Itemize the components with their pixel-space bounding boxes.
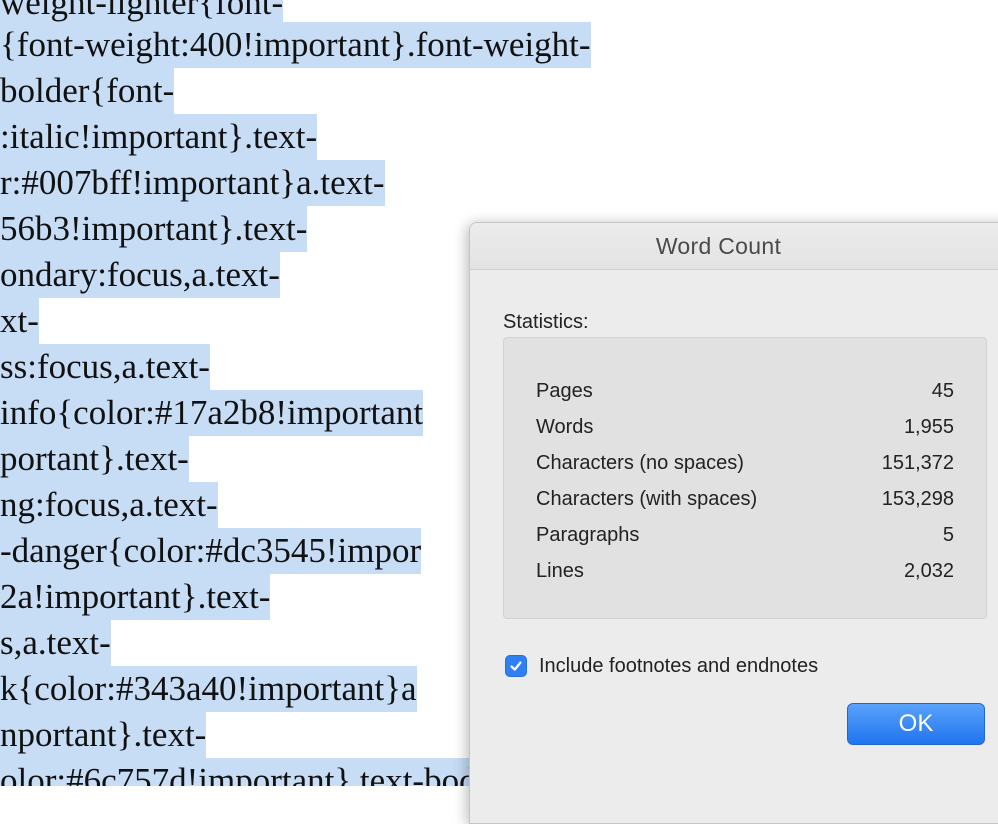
stat-row-paragraphs: Paragraphs 5 (536, 520, 954, 550)
include-footnotes-label[interactable]: Include footnotes and endnotes (539, 655, 818, 678)
stat-row-lines: Lines 2,032 (536, 556, 954, 586)
document-line: info{color:#17a2b8!important (0, 390, 424, 436)
document-line: {font-weight:400!important}.font-weight- (0, 22, 591, 68)
document-line: ss:focus,a.text- (0, 344, 210, 390)
stat-value: 151,372 (881, 452, 954, 474)
stat-label: Characters (no spaces) (536, 452, 744, 474)
stat-label: Characters (with spaces) (536, 488, 758, 510)
document-line: 2a!important}.text- (0, 574, 271, 620)
stat-row-characters-with-spaces: Characters (with spaces) 153,298 (536, 484, 954, 514)
document-line: portant}.text- (0, 436, 189, 482)
document-line: nportant}.text- (0, 712, 207, 758)
document-line: :italic!important}.text- (0, 114, 318, 160)
document-line: ng:focus,a.text- (0, 482, 218, 528)
document-line: 56b3!important}.text- (0, 206, 308, 252)
stat-value: 153,298 (881, 488, 954, 510)
include-footnotes-option[interactable]: Include footnotes and endnotes (505, 653, 818, 679)
stat-value: 1,955 (903, 416, 954, 438)
ok-button[interactable]: OK (847, 703, 985, 745)
stat-label: Paragraphs (536, 524, 640, 546)
stat-label: Lines (536, 560, 584, 582)
stat-row-characters-no-spaces: Characters (no spaces) 151,372 (536, 448, 954, 478)
document-line: s,a.text- (0, 620, 111, 666)
document-line: r:#007bff!important}a.text- (0, 160, 385, 206)
stat-label: Words (536, 416, 594, 438)
stat-row-pages: Pages 45 (536, 376, 954, 406)
statistics-panel: Pages 45 Words 1,955 Characters (no spac… (503, 337, 987, 619)
checkmark-icon (510, 661, 522, 671)
stat-value: 2,032 (903, 560, 954, 582)
stat-label: Pages (536, 380, 593, 402)
word-count-dialog: Word Count Statistics: Pages 45 Words 1,… (469, 222, 998, 824)
stat-row-words: Words 1,955 (536, 412, 954, 442)
dialog-title: Word Count (470, 223, 998, 270)
include-footnotes-checkbox[interactable] (505, 655, 527, 677)
stat-value: 45 (931, 380, 954, 402)
document-line: xt- (0, 298, 39, 344)
stat-value: 5 (942, 524, 954, 546)
statistics-label: Statistics: (503, 311, 589, 333)
document-line: k{color:#343a40!important}a (0, 666, 417, 712)
document-line: -danger{color:#dc3545!impor (0, 528, 422, 574)
document-line: ondary:focus,a.text- (0, 252, 280, 298)
document-line: bolder{font- (0, 68, 175, 114)
document-line: olor:#6c757d!important}.text-body (0, 758, 495, 786)
